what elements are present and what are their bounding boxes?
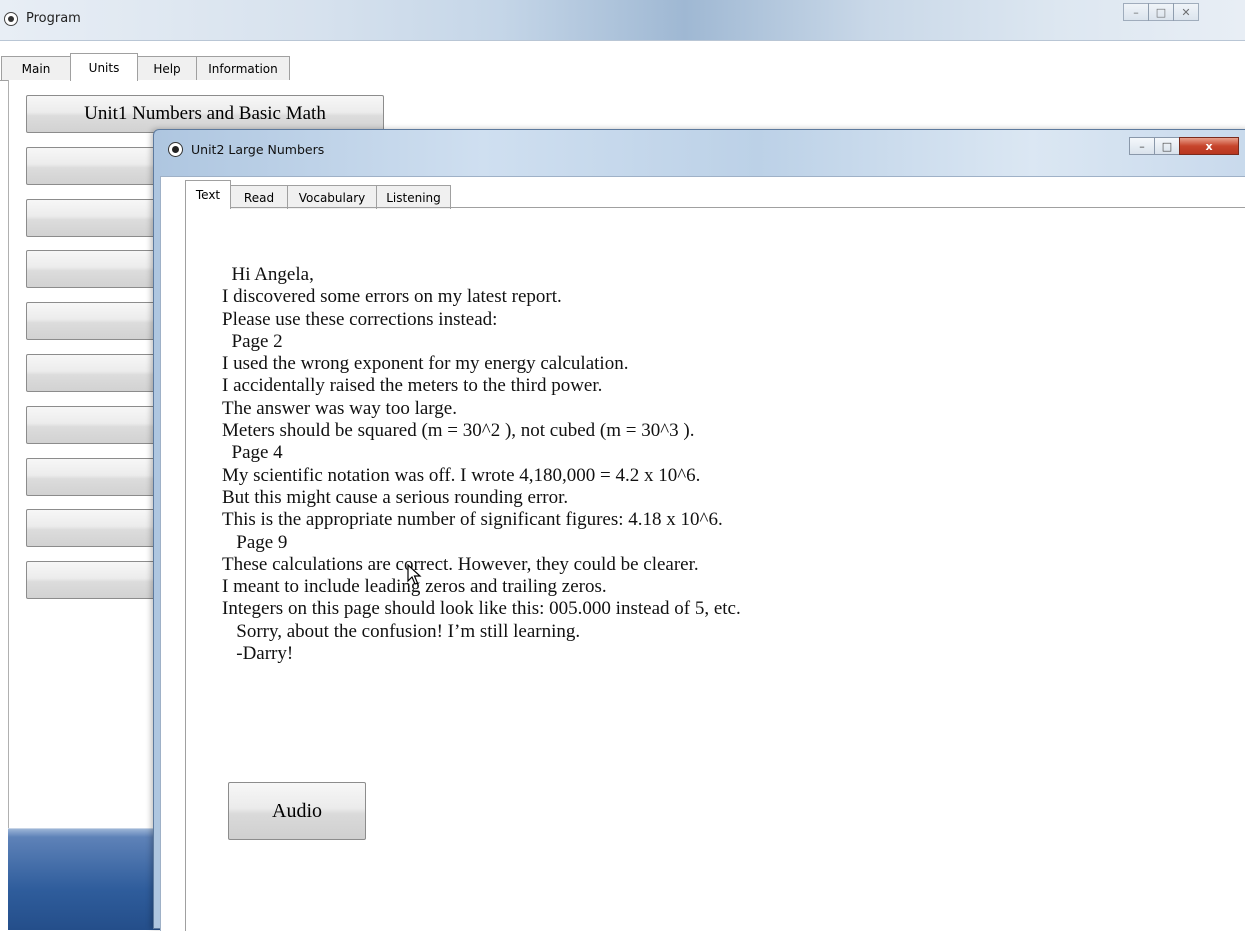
letter-line: Page 9 [222,531,288,553]
tab-help[interactable]: Help [137,56,197,80]
letter-line: I accidentally raised the meters to the … [222,375,603,397]
tab-vocabulary[interactable]: Vocabulary [287,185,377,209]
letter-line: Page 2 [222,330,283,352]
tab-listening[interactable]: Listening [376,185,451,209]
maximize-button[interactable]: □ [1154,137,1180,155]
app-icon [4,12,18,26]
letter-line: Integers on this page should look like t… [222,598,741,620]
letter-line: Sorry, about the confusion! I’m still le… [222,620,581,642]
letter-line: Page 4 [222,442,283,464]
letter-line: -Darry! [222,643,294,665]
letter-line: I meant to include leading zeros and tra… [222,576,607,598]
close-button[interactable]: ✕ [1173,3,1199,21]
tab-read[interactable]: Read [230,185,288,209]
main-window-controls: – □ ✕ [1123,3,1199,21]
close-button[interactable]: x [1179,137,1239,155]
minimize-button[interactable]: – [1123,3,1149,21]
unit2-window-controls: – □ x [1129,137,1239,155]
letter-line: My scientific notation was off. I wrote … [222,464,701,486]
audio-button[interactable]: Audio [228,782,366,840]
tab-text[interactable]: Text [185,180,231,208]
letter-line: Meters should be squared (m = 30^2 ), no… [222,420,695,442]
letter-line: These calculations are correct. However,… [222,553,699,575]
unit1-button[interactable]: Unit1 Numbers and Basic Math [26,95,384,133]
paw-app-icon [168,142,183,157]
desktop-background [8,828,168,930]
unit2-window-title: Unit2 Large Numbers [191,142,325,157]
letter-line: Hi Angela, [222,264,314,285]
main-titlebar[interactable]: Program – □ ✕ [0,0,1245,41]
letter-line: The answer was way too large. [222,397,457,419]
minimize-button[interactable]: – [1129,137,1155,155]
tab-information[interactable]: Information [196,56,290,80]
letter-line: This is the appropriate number of signif… [222,509,723,531]
letter-line: But this might cause a serious rounding … [222,486,569,508]
letter-text: Hi Angela, I discovered some errors on m… [222,264,1222,665]
maximize-button[interactable]: □ [1148,3,1174,21]
letter-line: Please use these corrections instead: [222,308,498,330]
main-tabstrip: Main Units Help Information [0,53,1245,81]
letter-line: I used the wrong exponent for my energy … [222,353,629,375]
tab-units[interactable]: Units [70,53,138,81]
tab-panel-border [185,207,186,931]
unit2-window: Unit2 Large Numbers – □ x Text Read Voca… [153,129,1245,931]
mouse-pointer-icon [407,564,422,585]
unit2-client-area: Text Read Vocabulary Listening Hi Angela… [160,176,1245,931]
tab-divider [185,207,1245,208]
main-window-title: Program [26,11,81,26]
letter-line: I discovered some errors on my latest re… [222,286,562,308]
unit2-tabstrip: Text Read Vocabulary Listening [185,180,1245,209]
tab-main[interactable]: Main [1,56,71,80]
